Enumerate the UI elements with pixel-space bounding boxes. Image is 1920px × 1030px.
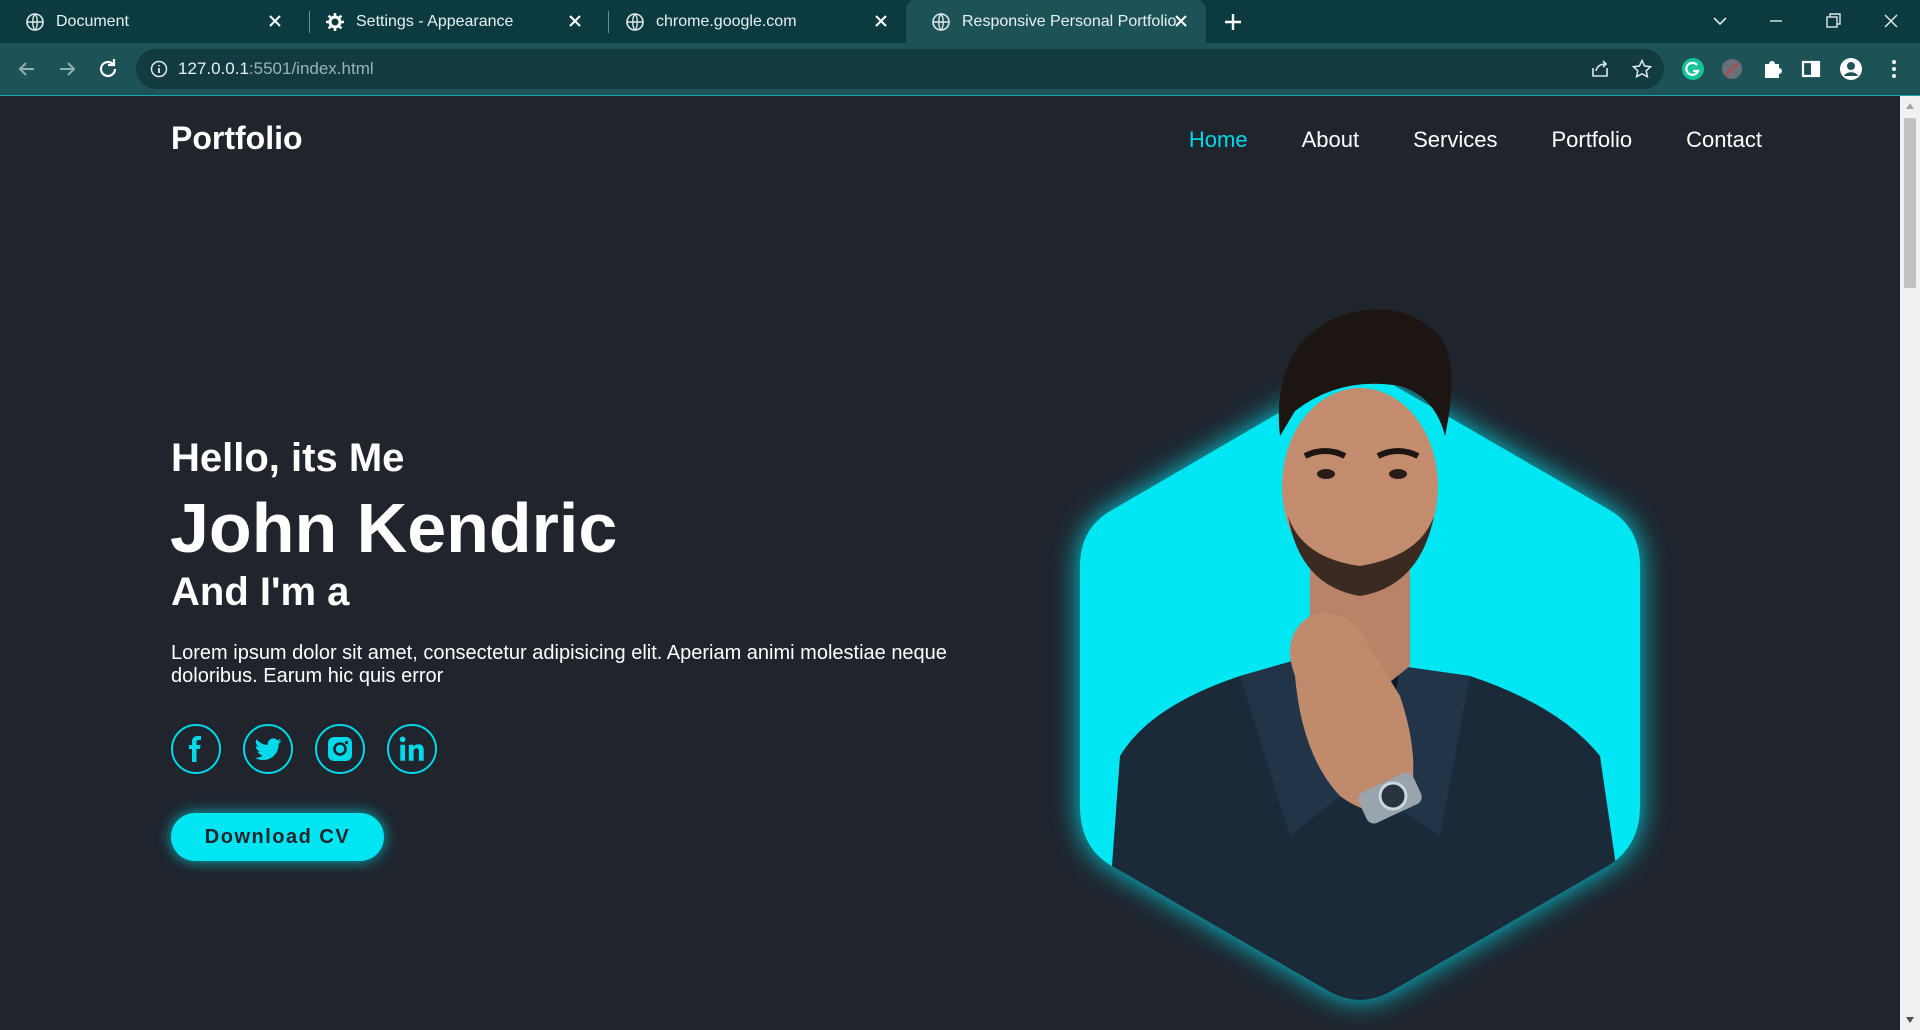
url-host: 127.0.0.1: [178, 59, 249, 78]
url-text[interactable]: 127.0.0.1:5501/index.html: [178, 59, 374, 79]
twitter-link[interactable]: [243, 724, 293, 774]
tab-title: Responsive Personal Portfolio W: [962, 12, 1176, 30]
tab-title: chrome.google.com: [656, 12, 797, 30]
nav-portfolio[interactable]: Portfolio: [1551, 127, 1632, 153]
globe-icon: [626, 12, 644, 31]
tab-title: Settings - Appearance: [356, 12, 514, 30]
close-icon[interactable]: [566, 12, 584, 30]
twitter-icon: [254, 738, 282, 761]
address-bar[interactable]: 127.0.0.1:5501/index.html: [136, 49, 1664, 89]
nav-services[interactable]: Services: [1413, 127, 1497, 153]
close-icon[interactable]: [872, 12, 890, 30]
restore-icon[interactable]: [1821, 9, 1845, 33]
tab-settings[interactable]: Settings - Appearance: [300, 0, 600, 43]
scrollbar-thumb[interactable]: [1904, 118, 1916, 288]
instagram-icon: [328, 737, 352, 761]
globe-icon: [26, 12, 44, 31]
globe-icon: [932, 12, 950, 31]
forward-arrow-icon[interactable]: [54, 56, 80, 82]
minimize-icon[interactable]: [1764, 9, 1788, 33]
tab-chrome-google[interactable]: chrome.google.com: [600, 0, 906, 43]
close-icon[interactable]: [266, 12, 284, 30]
menu-kebab-icon[interactable]: [1881, 56, 1907, 82]
new-tab-plus-icon[interactable]: [1222, 11, 1244, 33]
hero-role: And I'm a: [171, 570, 350, 614]
nav-contact[interactable]: Contact: [1686, 127, 1762, 153]
main-nav: Home About Services Portfolio Contact: [1189, 127, 1762, 153]
extensions-puzzle-icon[interactable]: [1759, 56, 1785, 82]
hero-greeting: Hello, its Me: [171, 436, 405, 480]
nav-about[interactable]: About: [1302, 127, 1360, 153]
info-icon[interactable]: [150, 60, 168, 78]
browser-toolbar: 127.0.0.1:5501/index.html: [0, 43, 1920, 95]
scroll-down-arrow-icon[interactable]: [1905, 1016, 1915, 1024]
scroll-up-arrow-icon[interactable]: [1905, 102, 1915, 110]
back-arrow-icon[interactable]: [14, 56, 40, 82]
close-icon[interactable]: [1172, 12, 1190, 30]
social-links: [171, 724, 437, 774]
instagram-link[interactable]: [315, 724, 365, 774]
facebook-link[interactable]: [171, 724, 221, 774]
facebook-icon: [189, 736, 201, 762]
share-icon[interactable]: [1589, 58, 1611, 80]
page-viewport: Portfolio Home About Services Portfolio …: [0, 96, 1920, 1030]
browser-tab-strip: Document Settings - Appearance chrome.go…: [0, 0, 1920, 43]
linkedin-icon: [399, 736, 424, 761]
grammarly-icon[interactable]: [1680, 56, 1706, 82]
gear-icon: [326, 12, 344, 31]
page-scrollbar[interactable]: [1900, 96, 1920, 1030]
hero-portrait-image: [1080, 309, 1640, 1000]
tab-portfolio[interactable]: Responsive Personal Portfolio W: [906, 0, 1206, 43]
download-cv-button[interactable]: Download CV: [171, 813, 384, 861]
reload-icon[interactable]: [95, 56, 121, 82]
bookmark-star-icon[interactable]: [1631, 58, 1653, 80]
linkedin-link[interactable]: [387, 724, 437, 774]
close-window-icon[interactable]: [1879, 9, 1903, 33]
tab-search-chevron-icon[interactable]: [1708, 9, 1732, 33]
profile-avatar-icon[interactable]: [1838, 56, 1864, 82]
side-panel-icon[interactable]: [1798, 56, 1824, 82]
url-path: :5501/index.html: [248, 59, 374, 78]
tab-document[interactable]: Document: [0, 0, 300, 43]
extension-blocker-icon[interactable]: [1719, 56, 1745, 82]
nav-home[interactable]: Home: [1189, 127, 1248, 153]
tab-title: Document: [56, 12, 129, 30]
hero-name: John Kendric: [170, 489, 618, 567]
site-logo[interactable]: Portfolio: [171, 120, 303, 157]
hero-description: Lorem ipsum dolor sit amet, consectetur …: [171, 642, 947, 687]
